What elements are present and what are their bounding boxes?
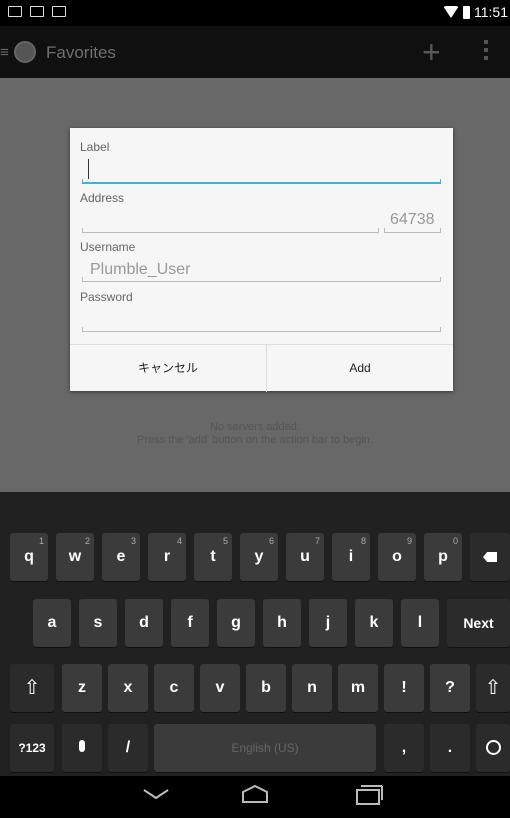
key-m[interactable]: m	[338, 664, 378, 712]
key-period[interactable]: .	[430, 724, 470, 772]
home-icon[interactable]	[240, 784, 270, 804]
key-slash[interactable]: /	[108, 724, 148, 772]
key-c[interactable]: c	[154, 664, 194, 712]
label-input[interactable]	[82, 179, 441, 184]
key-u[interactable]: 7u	[286, 533, 324, 581]
key-question[interactable]: ?	[430, 664, 470, 712]
backspace-key[interactable]	[470, 533, 510, 581]
add-server-dialog: Label Address 64738 Username Plumble_Use…	[70, 128, 453, 392]
action-bar: ≡ Favorites +	[0, 26, 510, 78]
username-input[interactable]	[82, 277, 441, 282]
port-value: 64738	[390, 211, 435, 228]
dialog-buttons: キャンセル Add	[70, 344, 453, 392]
cancel-button[interactable]: キャンセル	[70, 345, 266, 392]
add-button[interactable]: Add	[267, 345, 453, 392]
shift-right-key[interactable]: ⇧	[476, 664, 510, 712]
emoji-key[interactable]	[476, 724, 510, 772]
key-exclamation[interactable]: !	[384, 664, 424, 712]
navigation-bar	[0, 776, 510, 818]
key-p[interactable]: 0p	[424, 533, 462, 581]
key-h[interactable]: h	[263, 599, 301, 647]
password-field-label: Password	[80, 290, 133, 304]
address-input[interactable]	[82, 228, 379, 233]
microphone-icon	[79, 740, 85, 752]
key-o[interactable]: 9o	[378, 533, 416, 581]
status-bar: 11:51	[0, 0, 510, 26]
battery-icon	[463, 5, 470, 19]
soft-keyboard: 1q 2w 3e 4r 5t 6y 7u 8i 9o 0p a s d f g …	[0, 492, 510, 776]
key-z[interactable]: z	[62, 664, 102, 712]
address-field-label: Address	[80, 191, 125, 205]
username-value: Plumble_User	[90, 261, 191, 278]
key-b[interactable]: b	[246, 664, 286, 712]
username-field-label: Username	[80, 240, 136, 254]
symbols-key[interactable]: ?123	[10, 724, 54, 772]
emoji-icon	[485, 740, 501, 755]
key-v[interactable]: v	[200, 664, 240, 712]
space-key[interactable]: English (US)	[154, 724, 376, 772]
key-s[interactable]: s	[79, 599, 117, 647]
key-d[interactable]: d	[125, 599, 163, 647]
password-input[interactable]	[82, 327, 441, 332]
notification-icons	[8, 6, 66, 17]
shift-left-key[interactable]: ⇧	[10, 664, 54, 712]
wifi-icon	[443, 6, 459, 18]
key-a[interactable]: a	[33, 599, 71, 647]
screenshot-icon	[30, 6, 44, 17]
key-x[interactable]: x	[108, 664, 148, 712]
key-q[interactable]: 1q	[10, 533, 48, 581]
key-e[interactable]: 3e	[102, 533, 140, 581]
next-key[interactable]: Next	[447, 599, 510, 647]
empty-hint: Press the 'add' button on the action bar…	[137, 434, 373, 446]
drawer-icon[interactable]: ≡	[0, 44, 9, 61]
shift-icon: ⇧	[484, 677, 502, 699]
key-w[interactable]: 2w	[56, 533, 94, 581]
overflow-icon[interactable]	[484, 40, 488, 60]
page-title: Favorites	[46, 43, 116, 62]
label-field-label: Label	[80, 140, 110, 154]
port-input[interactable]	[384, 228, 441, 233]
key-y[interactable]: 6y	[240, 533, 278, 581]
shift-icon: ⇧	[23, 677, 41, 699]
back-icon[interactable]	[142, 788, 170, 800]
voice-input-key[interactable]	[62, 724, 102, 772]
empty-message: No servers added.	[210, 421, 300, 433]
key-f[interactable]: f	[171, 599, 209, 647]
backspace-icon	[483, 552, 497, 562]
key-r[interactable]: 4r	[148, 533, 186, 581]
clipboard-icon	[52, 6, 66, 17]
key-g[interactable]: g	[217, 599, 255, 647]
key-i[interactable]: 8i	[332, 533, 370, 581]
notification-icon	[8, 6, 22, 17]
key-n[interactable]: n	[292, 664, 332, 712]
key-l[interactable]: l	[401, 599, 439, 647]
add-icon[interactable]: +	[422, 34, 441, 70]
key-t[interactable]: 5t	[194, 533, 232, 581]
text-cursor	[88, 159, 89, 179]
recents-icon[interactable]	[354, 784, 384, 806]
app-logo-icon[interactable]	[14, 41, 36, 63]
clock: 11:51	[474, 4, 508, 20]
key-j[interactable]: j	[309, 599, 347, 647]
key-comma[interactable]: ,	[384, 724, 424, 772]
key-k[interactable]: k	[355, 599, 393, 647]
